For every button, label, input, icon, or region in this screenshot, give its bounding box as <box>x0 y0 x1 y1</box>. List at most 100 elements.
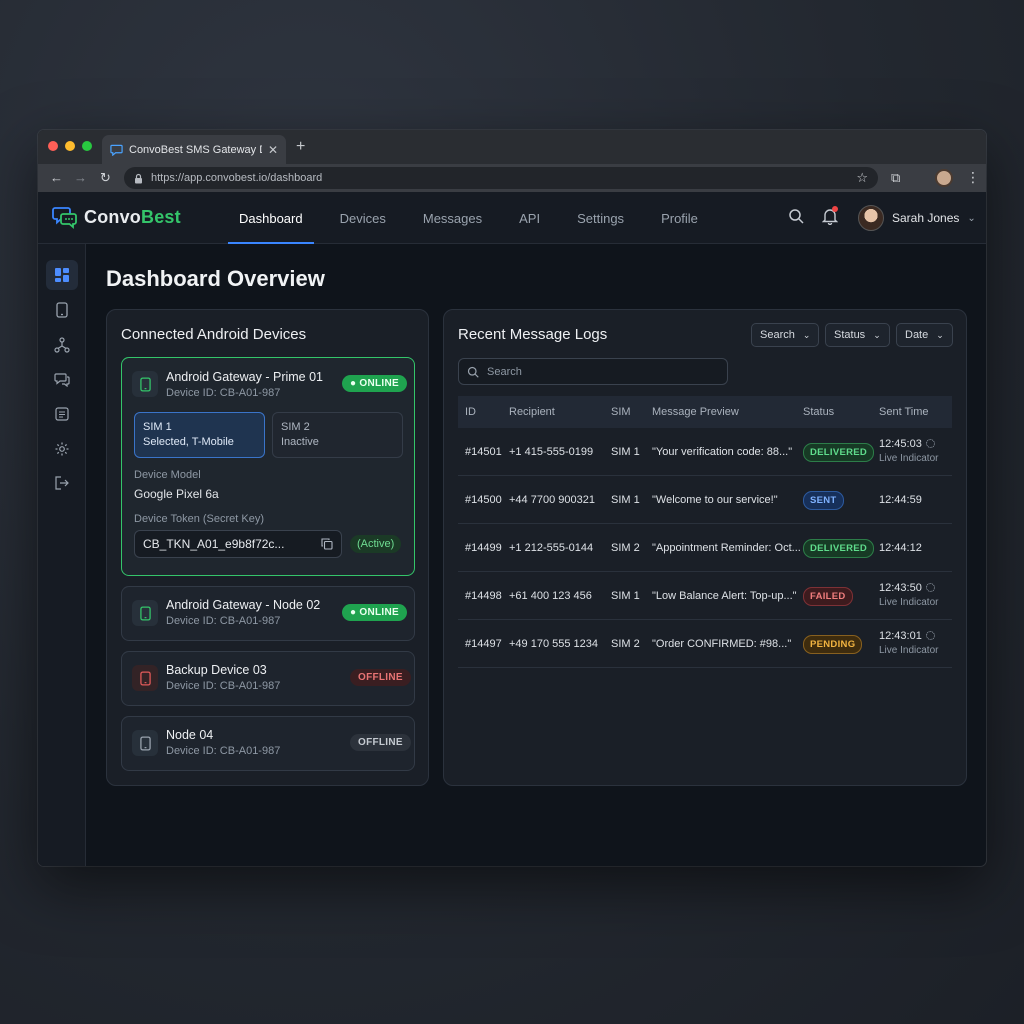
cell-preview: "Appointment Reminder: Oct... <box>652 541 801 554</box>
device-name: Android Gateway - Prime 01 <box>166 370 324 384</box>
column-header[interactable]: Recipient <box>509 406 611 418</box>
bookmark-star-icon[interactable]: ☆ <box>856 170 868 186</box>
loading-spinner-icon <box>925 583 935 592</box>
column-header[interactable]: SIM <box>611 406 652 418</box>
table-row[interactable]: #14497 +49 170 555 1234 SIM 2 "Order CON… <box>458 620 952 668</box>
search-icon <box>467 366 479 378</box>
chevron-down-icon: ⌄ <box>802 329 811 340</box>
search-input[interactable] <box>487 365 707 378</box>
nav-dashboard[interactable]: Dashboard <box>228 192 314 244</box>
status-badge: PENDING <box>803 634 863 654</box>
phone-icon <box>139 376 151 392</box>
filter-date-dropdown[interactable]: Date ⌄ <box>896 323 953 347</box>
reload-icon[interactable]: ↻ <box>100 170 111 186</box>
cell-time: 12:43:50 <box>879 582 922 594</box>
column-header[interactable]: Status <box>803 406 879 418</box>
cell-sim: SIM 2 <box>611 637 640 650</box>
device-id: Device ID: CB-A01-987 <box>166 615 281 627</box>
sidebar-item-logout[interactable] <box>46 468 78 498</box>
sim-2-option[interactable]: SIM 2 Inactive <box>272 412 403 458</box>
search-icon[interactable] <box>788 208 804 224</box>
status-badge: OFFLINE <box>350 734 411 751</box>
chat-bubble-icon <box>110 144 123 156</box>
sim-1-option[interactable]: SIM 1 Selected, T-Mobile <box>134 412 265 458</box>
filter-label: Status <box>834 329 866 341</box>
back-icon[interactable]: ← <box>50 170 63 185</box>
cell-time: 12:45:03 <box>879 438 922 450</box>
device-id: Device ID: CB-A01-987 <box>166 745 281 757</box>
address-bar-row: ← → ↻ https://app.convobest.io/dashboard… <box>38 164 986 192</box>
logout-icon <box>55 476 69 490</box>
cell-id: #14500 <box>465 493 502 506</box>
sidebar-item-devices[interactable] <box>46 295 78 325</box>
cell-id: #14501 <box>465 445 502 458</box>
cell-sim: SIM 1 <box>611 589 640 602</box>
table-row[interactable]: #14498 +61 400 123 456 SIM 1 "Low Balanc… <box>458 572 952 620</box>
nav-messages[interactable]: Messages <box>412 192 493 244</box>
filter-search-dropdown[interactable]: Search ⌄ <box>751 323 820 347</box>
lock-icon <box>135 173 142 183</box>
forward-icon[interactable]: → <box>74 170 87 185</box>
filter-status-dropdown[interactable]: Status ⌄ <box>825 323 890 347</box>
browser-tab[interactable]: ConvoBest SMS Gateway Das ✕ <box>102 135 286 164</box>
status-badge: DELIVERED <box>803 538 875 558</box>
table-row[interactable]: #14499 +1 212-555-0144 SIM 2 "Appointmen… <box>458 524 952 572</box>
tab-bar: ConvoBest SMS Gateway Das ✕ + <box>38 130 986 164</box>
loading-spinner-icon <box>925 631 935 640</box>
sidebar-item-logs[interactable] <box>46 399 78 429</box>
nav-profile[interactable]: Profile <box>650 192 709 244</box>
status-text: ONLINE <box>359 378 400 389</box>
table-row[interactable]: #14500 +44 7700 900321 SIM 1 "Welcome to… <box>458 476 952 524</box>
minimize-window-button[interactable] <box>65 141 75 151</box>
notifications-button[interactable] <box>821 206 839 226</box>
chat-logo-icon <box>52 207 77 229</box>
nav-settings[interactable]: Settings <box>566 192 635 244</box>
filter-label: Search <box>760 329 795 341</box>
cell-sim: SIM 1 <box>611 445 640 458</box>
sidebar-item-dashboard[interactable] <box>46 260 78 290</box>
url-text: https://app.convobest.io/dashboard <box>151 172 323 184</box>
column-header[interactable]: Message Preview <box>652 406 803 418</box>
sidebar-item-settings[interactable] <box>46 434 78 464</box>
token-status-badge: (Active) <box>350 535 402 553</box>
phone-icon <box>139 670 151 686</box>
log-search-box <box>458 358 728 385</box>
sidebar-item-network[interactable] <box>46 330 78 360</box>
browser-window: ConvoBest SMS Gateway Das ✕ + ← → ↻ http… <box>38 130 986 866</box>
device-card-backup-03[interactable]: Backup Device 03 Device ID: CB-A01-987 O… <box>121 651 415 706</box>
browser-menu-icon[interactable]: ⋮ <box>966 169 980 186</box>
user-menu[interactable]: Sarah Jones ⌄ <box>858 205 976 231</box>
device-token-field[interactable]: CB_TKN_A01_e9b8f72c... <box>134 530 342 558</box>
device-name: Backup Device 03 <box>166 663 267 677</box>
nav-api[interactable]: API <box>508 192 551 244</box>
tab-title: ConvoBest SMS Gateway Das <box>129 143 262 156</box>
dashboard-icon <box>55 268 69 282</box>
filter-label: Date <box>905 329 929 341</box>
close-icon[interactable]: ✕ <box>268 143 278 157</box>
nav-devices[interactable]: Devices <box>329 192 397 244</box>
column-header[interactable]: ID <box>458 406 509 418</box>
close-window-button[interactable] <box>48 141 58 151</box>
cell-sim: SIM 1 <box>611 493 640 506</box>
copy-icon[interactable] <box>321 538 333 550</box>
browser-profile-avatar[interactable] <box>935 169 953 187</box>
device-id: Device ID: CB-A01-987 <box>166 680 281 692</box>
cell-sim: SIM 2 <box>611 541 640 554</box>
new-tab-button[interactable]: + <box>296 138 305 156</box>
sim-title: SIM 2 <box>281 421 310 433</box>
device-id: Device ID: CB-A01-987 <box>166 387 281 399</box>
user-name: Sarah Jones <box>892 211 960 225</box>
brand-logo[interactable]: ConvoBest <box>52 205 181 229</box>
sidebar-item-messages[interactable] <box>46 364 78 394</box>
sidebar <box>38 244 86 866</box>
messages-icon <box>54 372 70 387</box>
table-row[interactable]: #14501 +1 415-555-0199 SIM 1 "Your verif… <box>458 428 952 476</box>
device-card-node-02[interactable]: Android Gateway - Node 02 Device ID: CB-… <box>121 586 415 641</box>
column-header[interactable]: Sent Time <box>879 406 952 418</box>
url-bar[interactable]: https://app.convobest.io/dashboard ☆ <box>124 167 878 189</box>
device-name: Android Gateway - Node 02 <box>166 598 321 612</box>
device-card-node-04[interactable]: Node 04 Device ID: CB-A01-987 OFFLINE <box>121 716 415 771</box>
maximize-window-button[interactable] <box>82 141 92 151</box>
extensions-icon[interactable]: ⧉ <box>891 170 900 186</box>
device-card-prime-01[interactable]: Android Gateway - Prime 01 Device ID: CB… <box>121 357 415 576</box>
